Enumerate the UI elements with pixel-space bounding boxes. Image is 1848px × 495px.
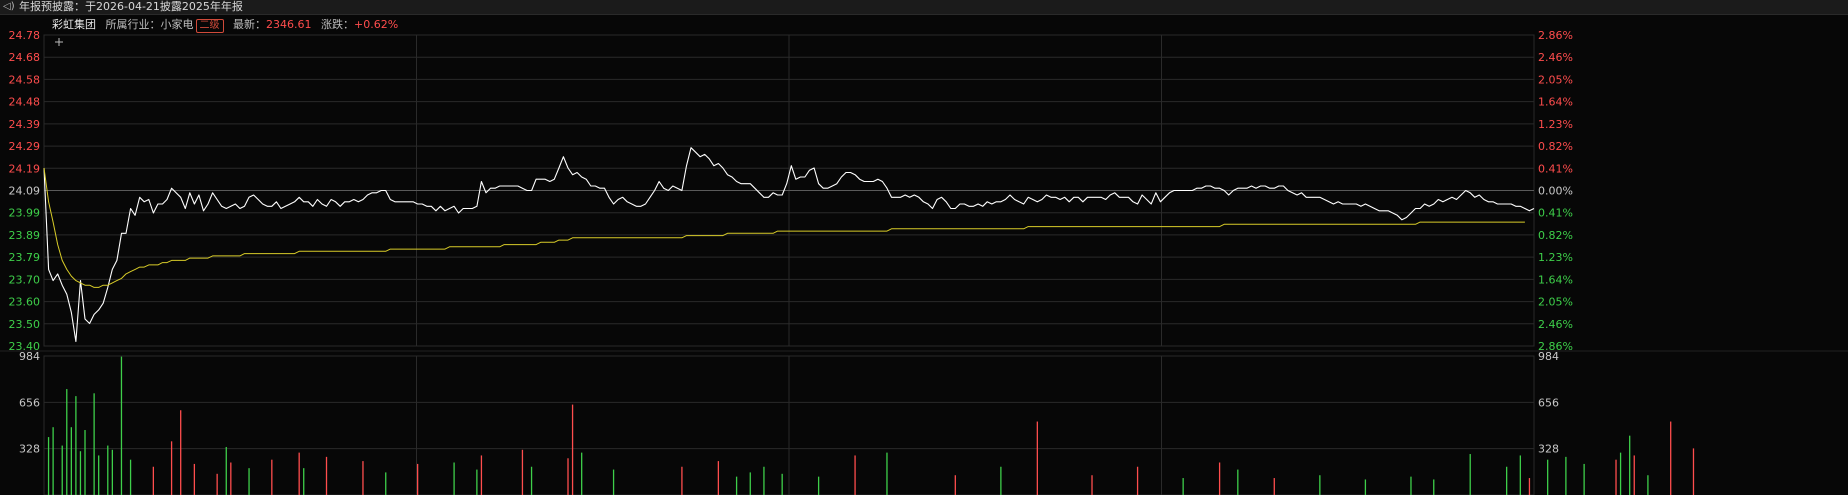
pct-tick-label: 2.05%: [1538, 296, 1573, 309]
y-tick-label: 24.78: [9, 29, 41, 42]
change-value: +0.62%: [354, 18, 399, 31]
industry-label: 所属行业：: [105, 18, 161, 31]
y-tick-label: 23.60: [9, 296, 41, 309]
pct-tick-label: 1.64%: [1538, 96, 1573, 109]
stock-name[interactable]: 彩虹集团: [52, 18, 96, 31]
vol-tick-label: 984: [19, 350, 40, 363]
y-tick-label: 23.50: [9, 318, 41, 331]
pct-tick-label: 0.41%: [1538, 162, 1573, 175]
pct-tick-label: 0.00%: [1538, 185, 1573, 198]
y-tick-label: 23.89: [9, 229, 41, 242]
avg-price-line: [43, 167, 1525, 288]
announcement-bar[interactable]: ◁) 年报预披露：于2026-04-21披露2025年年报: [0, 0, 1848, 15]
y-tick-label: 24.09: [9, 185, 41, 198]
change-label: 涨跌：: [321, 18, 354, 31]
intraday-chart[interactable]: 24.78 2.86% 24.68 2.46% 24.58 2.05% 24.48 1.64%…: [0, 0, 1848, 495]
y-tick-label: 24.39: [9, 118, 41, 131]
level-badge: 二级: [195, 19, 224, 33]
vol-tick-label: 656: [1538, 396, 1559, 409]
price-line: [43, 147, 1535, 343]
vol-tick-label: 328: [1538, 443, 1559, 456]
chart-grid: [0, 34, 1848, 495]
crosshair-icon[interactable]: [55, 38, 63, 46]
price-lines: [43, 147, 1535, 343]
y-tick-label: 24.48: [9, 96, 41, 109]
price-panel-border: [43, 34, 1535, 347]
pct-tick-label: 2.46%: [1538, 51, 1573, 64]
pct-tick-label: 0.41%: [1538, 207, 1573, 220]
y-tick-label: 23.40: [9, 340, 41, 353]
latest-value: 2346.61: [266, 18, 312, 31]
pct-tick-label: 1.23%: [1538, 251, 1573, 264]
y-tick-label: 23.99: [9, 207, 41, 220]
axis-labels: 24.78 2.86% 24.68 2.46% 24.58 2.05% 24.48 1.64%…: [9, 29, 1573, 456]
volume-panel-border: [43, 355, 1535, 495]
y-tick-label: 24.19: [9, 162, 41, 175]
latest-label: 最新：: [233, 18, 266, 31]
vol-tick-label: 984: [1538, 350, 1559, 363]
pct-tick-label: 2.86%: [1538, 29, 1573, 42]
pct-tick-label: 1.64%: [1538, 273, 1573, 286]
pct-tick-label: 2.05%: [1538, 73, 1573, 86]
vol-tick-label: 656: [19, 396, 40, 409]
y-tick-label: 23.70: [9, 273, 41, 286]
announcement-text: 年报预披露：于2026-04-21披露2025年年报: [19, 0, 243, 13]
pct-tick-label: 2.86%: [1538, 340, 1573, 353]
pct-tick-label: 0.82%: [1538, 140, 1573, 153]
vol-tick-label: 328: [19, 443, 40, 456]
industry-value[interactable]: 小家电: [161, 18, 194, 31]
pct-tick-label: 0.82%: [1538, 229, 1573, 242]
y-tick-label: 24.29: [9, 140, 41, 153]
y-tick-label: 23.79: [9, 251, 41, 264]
pct-tick-label: 1.23%: [1538, 118, 1573, 131]
volume-bars: [47, 356, 1695, 495]
speaker-icon: ◁): [3, 1, 15, 12]
pct-tick-label: 2.46%: [1538, 318, 1573, 331]
y-tick-label: 24.58: [9, 73, 41, 86]
stock-info-bar: 彩虹集团 所属行业：小家电 二级 最新：2346.61 涨跌：+0.62%: [52, 16, 404, 34]
y-tick-label: 24.68: [9, 51, 41, 64]
